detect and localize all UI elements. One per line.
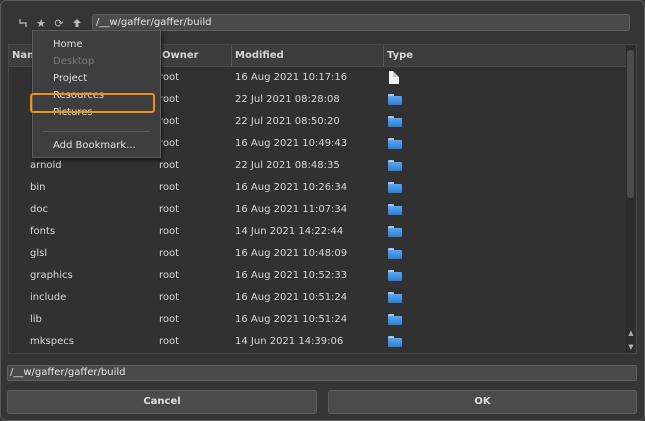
row-name: lib (30, 314, 42, 325)
cancel-button[interactable]: Cancel (7, 390, 317, 414)
table-row[interactable]: lib root 16 Aug 2021 10:51:24 (9, 309, 627, 331)
row-type (387, 247, 447, 263)
row-modified: 16 Aug 2021 10:49:43 (235, 138, 348, 149)
row-type (387, 269, 447, 285)
row-type (387, 225, 447, 241)
row-owner: root (159, 292, 180, 303)
scrollbar-thumb[interactable] (627, 50, 634, 198)
row-owner: root (159, 226, 180, 237)
row-owner: root (159, 72, 180, 83)
row-modified: 16 Aug 2021 10:51:24 (235, 314, 348, 325)
folder-icon (388, 138, 402, 149)
folder-icon (388, 94, 402, 105)
row-owner: root (159, 336, 180, 347)
folder-icon (388, 204, 402, 215)
row-owner: root (159, 116, 180, 127)
row-modified: 16 Aug 2021 10:17:16 (235, 72, 348, 83)
row-owner: root (159, 160, 180, 171)
row-modified: 14 Jun 2021 14:22:44 (235, 226, 344, 237)
row-type (387, 93, 447, 109)
table-row[interactable]: doc root 16 Aug 2021 11:07:34 (9, 199, 627, 221)
file-icon (389, 71, 399, 84)
row-name: mkspecs (30, 336, 74, 347)
row-name: include (30, 292, 67, 303)
column-header-owner[interactable]: Owner (159, 45, 232, 66)
folder-icon (388, 226, 402, 237)
path-field[interactable]: /__w/gaffer/gaffer/build (92, 14, 630, 31)
row-type (387, 159, 447, 175)
filename-field[interactable]: /__w/gaffer/gaffer/build (7, 365, 637, 381)
menu-item-home[interactable]: Home (53, 37, 83, 53)
folder-icon (388, 182, 402, 193)
menu-separator (43, 131, 150, 132)
folder-icon (388, 248, 402, 259)
table-row[interactable]: bin root 16 Aug 2021 10:26:34 (9, 177, 627, 199)
branch-icon[interactable] (14, 14, 32, 32)
row-name: glsl (30, 248, 48, 259)
folder-icon (388, 116, 402, 127)
highlight-box (30, 93, 155, 113)
folder-icon (388, 160, 402, 171)
row-owner: root (159, 94, 180, 105)
table-row[interactable]: graphics root 16 Aug 2021 10:52:33 (9, 265, 627, 287)
menu-item-add-bookmark[interactable]: Add Bookmark... (53, 138, 136, 154)
folder-icon (388, 336, 402, 347)
row-type (387, 313, 447, 329)
row-type (387, 137, 447, 153)
row-name: graphics (30, 270, 73, 281)
table-row[interactable]: mkspecs root 14 Jun 2021 14:39:06 (9, 331, 627, 353)
row-type (387, 115, 447, 131)
column-header-modified[interactable]: Modified (232, 45, 384, 66)
table-row[interactable]: include root 16 Aug 2021 10:51:24 (9, 287, 627, 309)
table-row[interactable]: glsl root 16 Aug 2021 10:48:09 (9, 243, 627, 265)
row-name: bin (30, 182, 46, 193)
row-modified: 22 Jul 2021 08:50:20 (235, 116, 340, 127)
row-owner: root (159, 314, 180, 325)
row-owner: root (159, 204, 180, 215)
folder-icon (388, 314, 402, 325)
ok-button[interactable]: OK (328, 390, 637, 414)
folder-icon (388, 292, 402, 303)
row-name: doc (30, 204, 48, 215)
row-modified: 16 Aug 2021 11:07:34 (235, 204, 348, 215)
menu-item-desktop: Desktop (53, 56, 95, 67)
row-modified: 14 Jun 2021 14:39:06 (235, 336, 344, 347)
row-type (387, 203, 447, 219)
row-modified: 22 Jul 2021 08:48:35 (235, 160, 340, 171)
column-header-type[interactable]: Type (384, 45, 629, 66)
row-name: fonts (30, 226, 56, 237)
vertical-scrollbar[interactable]: ▲ ▼ (626, 45, 635, 353)
row-type (387, 71, 447, 87)
folder-icon (388, 270, 402, 281)
row-modified: 16 Aug 2021 10:51:24 (235, 292, 348, 303)
row-name: arnold (30, 160, 62, 171)
row-type (387, 181, 447, 197)
scroll-down-icon[interactable]: ▼ (627, 343, 635, 351)
row-owner: root (159, 138, 180, 149)
table-row[interactable]: fonts root 14 Jun 2021 14:22:44 (9, 221, 627, 243)
table-row[interactable]: arnold root 22 Jul 2021 08:48:35 (9, 155, 627, 177)
scroll-up-icon[interactable]: ▲ (627, 329, 635, 337)
menu-item-project[interactable]: Project (53, 71, 87, 87)
row-type (387, 335, 447, 351)
row-modified: 16 Aug 2021 10:52:33 (235, 270, 348, 281)
row-modified: 16 Aug 2021 10:48:09 (235, 248, 348, 259)
row-modified: 16 Aug 2021 10:26:34 (235, 182, 348, 193)
row-modified: 22 Jul 2021 08:28:08 (235, 94, 340, 105)
row-type (387, 291, 447, 307)
row-owner: root (159, 248, 180, 259)
row-owner: root (159, 270, 180, 281)
row-owner: root (159, 182, 180, 193)
